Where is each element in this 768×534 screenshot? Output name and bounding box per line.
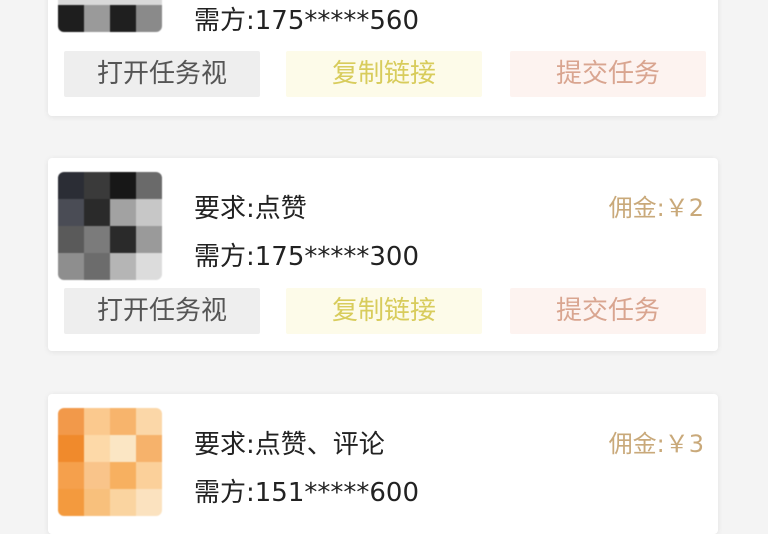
submit-task-button[interactable]: 提交任务	[510, 288, 706, 334]
avatar-pixel	[84, 253, 110, 280]
commission-amount: 佣金:￥2	[608, 194, 704, 222]
avatar-pixel	[84, 172, 110, 199]
avatar-pixel	[136, 462, 162, 489]
avatar-pixel	[58, 253, 84, 280]
open-task-view-button[interactable]: 打开任务视	[64, 288, 260, 334]
owner-id: 需方:175*****300	[194, 242, 420, 272]
task-requirement: 要求:点赞、评论	[194, 430, 385, 460]
avatar-pixel	[110, 253, 136, 280]
avatar-pixel	[84, 408, 110, 435]
avatar-pixel	[84, 489, 110, 516]
owner-id: 需方:151*****600	[194, 478, 420, 508]
avatar-pixel	[84, 435, 110, 462]
task-requirement: 要求:点赞	[194, 194, 307, 224]
task-card: 要求:点赞、评论 佣金:￥3 需方:151*****600	[48, 394, 718, 534]
avatar-pixel	[58, 462, 84, 489]
avatar-pixel	[58, 408, 84, 435]
avatar-pixel	[136, 199, 162, 226]
avatar-pixel	[136, 172, 162, 199]
avatar-pixel	[84, 5, 110, 32]
avatar-pixel	[58, 5, 84, 32]
avatar-pixel	[136, 435, 162, 462]
avatar-pixel	[58, 435, 84, 462]
owner-id: 需方:175*****560	[194, 6, 420, 36]
task-card: 要求:点赞 佣金:￥2 需方:175*****300 打开任务视 复制链接 提交…	[48, 158, 718, 351]
commission-amount: 佣金:￥3	[608, 430, 704, 458]
avatar-pixel	[58, 226, 84, 253]
avatar-pixel	[110, 226, 136, 253]
avatar-pixel	[136, 408, 162, 435]
avatar-pixel	[110, 462, 136, 489]
avatar-pixel	[58, 172, 84, 199]
avatar-pixel	[84, 462, 110, 489]
avatar-pixel	[84, 226, 110, 253]
avatar-pixel	[84, 199, 110, 226]
avatar-pixel	[110, 408, 136, 435]
avatar-pixel	[110, 435, 136, 462]
avatar-pixel	[58, 199, 84, 226]
avatar-pixel	[136, 226, 162, 253]
avatar	[58, 408, 162, 516]
submit-task-button[interactable]: 提交任务	[510, 51, 706, 97]
avatar-pixel	[136, 5, 162, 32]
open-task-view-button[interactable]: 打开任务视	[64, 51, 260, 97]
avatar-pixel	[110, 489, 136, 516]
task-card: 需方:175*****560 打开任务视 复制链接 提交任务	[48, 0, 718, 116]
avatar	[58, 0, 162, 32]
avatar-pixel	[136, 489, 162, 516]
copy-link-button[interactable]: 复制链接	[286, 288, 482, 334]
avatar-pixel	[110, 199, 136, 226]
avatar	[58, 172, 162, 280]
avatar-pixel	[58, 489, 84, 516]
avatar-pixel	[110, 172, 136, 199]
copy-link-button[interactable]: 复制链接	[286, 51, 482, 97]
avatar-pixel	[110, 5, 136, 32]
avatar-pixel	[136, 253, 162, 280]
